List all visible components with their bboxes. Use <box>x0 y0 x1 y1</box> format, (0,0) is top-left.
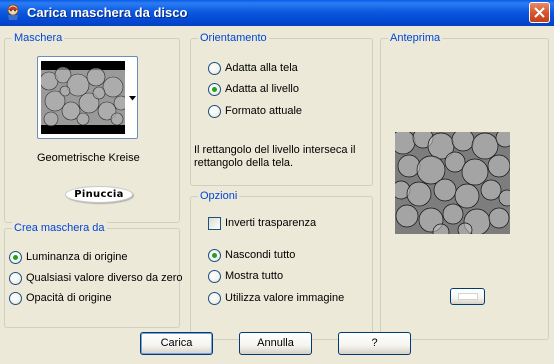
source-option-label: Qualsiasi valore diverso da zero <box>26 272 183 284</box>
radio-current-size[interactable] <box>208 105 221 118</box>
radio-show-all[interactable] <box>208 270 221 283</box>
title-bar: Carica maschera da disco <box>0 0 554 26</box>
orientation-info-line2: rettangolo della tela. <box>194 157 294 169</box>
radio-nonzero[interactable] <box>9 272 22 285</box>
preview-image <box>395 132 510 234</box>
orientation-option-label: Formato attuale <box>225 105 303 117</box>
invert-transparency-label: Inverti trasparenza <box>225 217 317 229</box>
radio-use-image-value[interactable] <box>208 292 221 305</box>
source-option-label: Opacità di origine <box>26 292 112 304</box>
invert-transparency-checkbox[interactable] <box>208 217 221 230</box>
radio-fit-layer[interactable] <box>208 83 221 96</box>
mask-thumbnail-selector[interactable] <box>37 56 138 139</box>
source-group-label: Crea maschera da <box>12 222 107 234</box>
watermark-text: Pinuccia <box>74 189 124 200</box>
close-button[interactable] <box>529 2 550 23</box>
preview-group-label: Anteprima <box>388 32 443 44</box>
source-option-label: Luminanza di origine <box>26 251 128 263</box>
options-option-label: Utilizza valore immagine <box>225 292 345 304</box>
close-icon <box>534 7 545 18</box>
mask-name-label: Geometrische Kreise <box>37 152 140 164</box>
options-group-label: Opzioni <box>198 190 240 202</box>
load-button[interactable]: Carica <box>140 332 213 355</box>
orientation-group-label: Orientamento <box>198 32 269 44</box>
radio-hide-all[interactable] <box>208 249 221 262</box>
window-title: Carica maschera da disco <box>27 5 188 20</box>
radio-luminance[interactable] <box>9 251 22 264</box>
app-icon <box>7 4 19 20</box>
dialog-body: Maschera Geometrische Kreise Pinuccia Cr… <box>0 26 554 364</box>
orientation-info-line1: Il rettangolo del livello interseca il <box>194 144 356 156</box>
preview-zoom-icon <box>458 293 478 300</box>
orientation-option-label: Adatta alla tela <box>225 62 298 74</box>
mask-thumbnail-image <box>41 61 125 134</box>
watermark-logo: Pinuccia <box>65 186 133 203</box>
radio-opacity[interactable] <box>9 292 22 305</box>
orientation-option-label: Adatta al livello <box>225 83 299 95</box>
options-option-label: Mostra tutto <box>225 270 284 282</box>
cancel-button[interactable]: Annulla <box>239 332 312 355</box>
dropdown-arrow-icon <box>129 96 136 101</box>
mask-group-label: Maschera <box>12 32 65 44</box>
radio-fit-canvas[interactable] <box>208 62 221 75</box>
preview-zoom-button[interactable] <box>450 288 485 305</box>
options-option-label: Nascondi tutto <box>225 249 296 261</box>
help-button[interactable]: ? <box>338 332 411 355</box>
